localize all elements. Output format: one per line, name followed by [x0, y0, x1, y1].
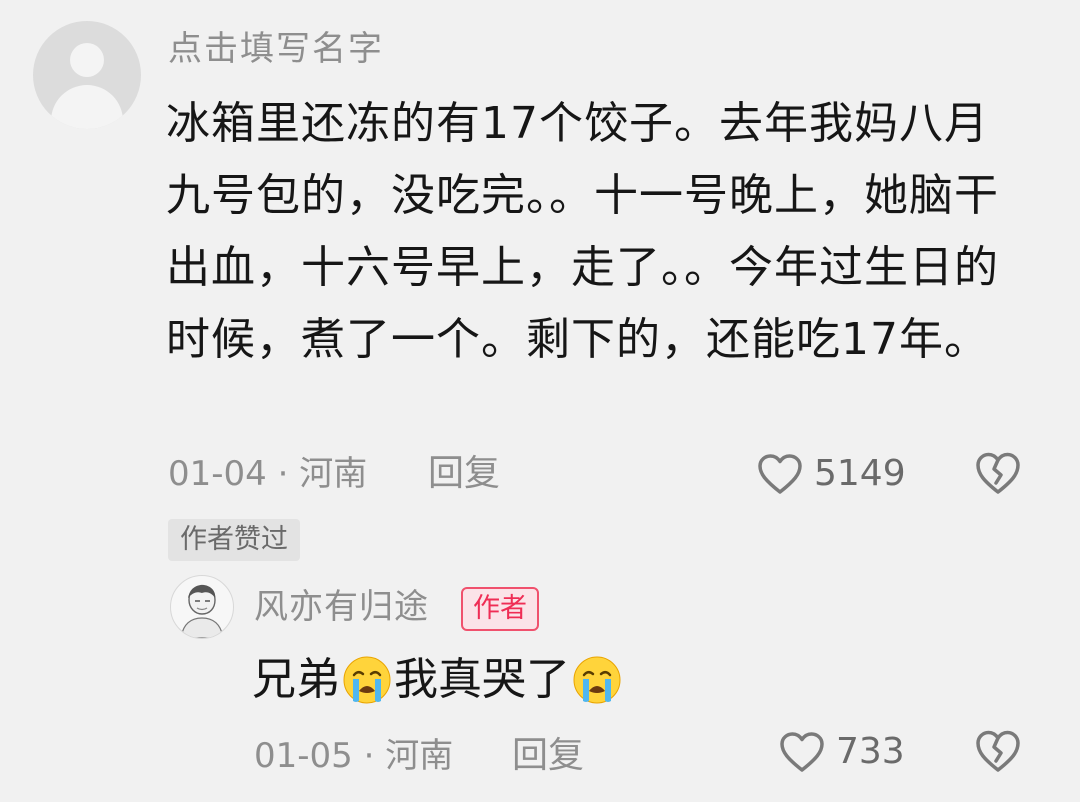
- comment-like-button[interactable]: 5149: [756, 450, 906, 498]
- reply-text: 兄弟 我真哭了: [252, 650, 624, 710]
- reply-dislike-button[interactable]: [973, 728, 1023, 776]
- reply-text-part1: 兄弟: [252, 654, 340, 705]
- reply-text-part2: 我真哭了: [394, 654, 570, 705]
- commenter-avatar[interactable]: [33, 21, 141, 129]
- author-liked-badge: 作者赞过: [168, 519, 300, 561]
- crying-face-emoji-icon: [343, 656, 391, 704]
- avatar-placeholder-body: [51, 85, 123, 129]
- reply-author-avatar[interactable]: [170, 575, 234, 639]
- reply-like-count: 733: [836, 731, 905, 772]
- sketch-portrait-icon: [180, 584, 224, 638]
- heart-outline-icon: [758, 454, 802, 494]
- author-tag-badge: 作者: [461, 587, 539, 631]
- comment-like-count: 5149: [814, 453, 906, 494]
- reply-username[interactable]: 风亦有归途: [254, 584, 429, 630]
- heart-outline-icon: [780, 732, 824, 772]
- commenter-username[interactable]: 点击填写名字: [168, 26, 384, 72]
- reply-date-location: 01-05 · 河南: [254, 736, 454, 776]
- avatar-placeholder-head: [70, 43, 104, 77]
- reply-reply-button[interactable]: 回复: [512, 734, 584, 778]
- comment-text: 冰箱里还冻的有17个饺子。去年我妈八月九号包的，没吃完。。十一号晚上，她脑干出血…: [166, 98, 999, 365]
- comment-reply-button[interactable]: 回复: [428, 452, 500, 496]
- broken-heart-icon: [976, 452, 1020, 494]
- reply-like-button[interactable]: 733: [778, 728, 905, 776]
- crying-face-emoji-icon: [573, 656, 621, 704]
- comment-date-location: 01-04 · 河南: [168, 454, 368, 494]
- broken-heart-icon: [976, 730, 1020, 772]
- comment-dislike-button[interactable]: [973, 450, 1023, 498]
